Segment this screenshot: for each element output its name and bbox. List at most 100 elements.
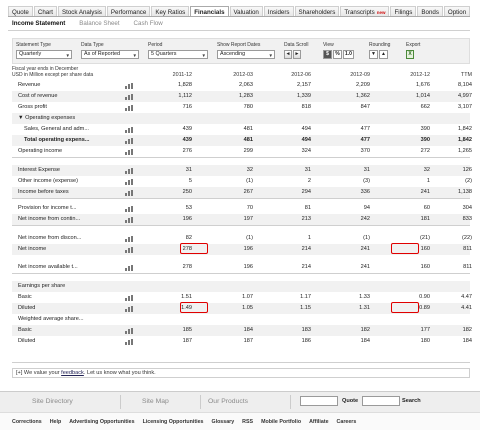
period-select[interactable]: 5 Quarters ▼ bbox=[148, 50, 208, 59]
rounding-up-button[interactable]: ▲ bbox=[379, 50, 388, 59]
mini-chart-icon[interactable] bbox=[125, 138, 134, 144]
subtab-income-statement[interactable]: Income Statement bbox=[12, 20, 65, 27]
row-value: 241 bbox=[360, 246, 370, 252]
statement-type-value: Quarterly bbox=[19, 51, 42, 57]
row-value: 1.33 bbox=[359, 294, 370, 300]
subtab-balance-sheet[interactable]: Balance Sheet bbox=[79, 20, 119, 27]
row-value: 126 bbox=[462, 167, 472, 173]
row-value: 241 bbox=[360, 264, 370, 270]
data-type-select[interactable]: As of Reported ▼ bbox=[81, 50, 139, 59]
new-badge: new bbox=[376, 10, 386, 15]
export-label: Export bbox=[406, 42, 421, 48]
mini-chart-icon[interactable] bbox=[125, 206, 134, 212]
footer-link-affiliate[interactable]: Affiliate bbox=[309, 419, 328, 425]
row-value: 1.17 bbox=[300, 294, 311, 300]
mini-chart-icon[interactable] bbox=[125, 105, 134, 111]
statement-type-control: Statement Type Quarterly ▼ bbox=[16, 42, 72, 59]
view-control: View $ % 1.0 bbox=[323, 42, 354, 59]
mini-chart-icon[interactable] bbox=[125, 247, 134, 253]
footer-link-corrections[interactable]: Corrections bbox=[12, 419, 42, 425]
view-dollar-button[interactable]: $ bbox=[323, 50, 332, 59]
subtab-cash-flow[interactable]: Cash Flow bbox=[134, 20, 163, 27]
site-map-link[interactable]: Site Map bbox=[142, 398, 169, 405]
search-input[interactable] bbox=[362, 396, 400, 406]
scroll-right-button[interactable]: ► bbox=[293, 50, 301, 59]
mini-chart-icon[interactable] bbox=[125, 179, 134, 185]
row-value: 160 bbox=[420, 264, 430, 270]
footer-link-glossary[interactable]: Glossary bbox=[211, 419, 234, 425]
view-ratio-button[interactable]: 1.0 bbox=[343, 50, 354, 59]
row-label: Net income available t... bbox=[18, 264, 78, 270]
row-label: ▼ Operating expenses bbox=[18, 115, 76, 121]
tab-label: Insiders bbox=[267, 9, 290, 16]
highlight-box bbox=[180, 302, 208, 313]
tab-label: Transcripts bbox=[344, 9, 375, 16]
row-value: 1,014 bbox=[416, 93, 430, 99]
quote-button[interactable]: Quote bbox=[342, 396, 358, 406]
mini-chart-icon[interactable] bbox=[125, 190, 134, 196]
row-value: 2 bbox=[307, 178, 311, 184]
row-group-divider bbox=[12, 198, 470, 199]
chevron-down-icon: ▼ bbox=[268, 53, 273, 58]
view-percent-button[interactable]: % bbox=[333, 50, 342, 59]
mini-chart-icon[interactable] bbox=[125, 265, 134, 271]
scroll-left-button[interactable]: ◄ bbox=[284, 50, 292, 59]
row-value: 250 bbox=[182, 189, 192, 195]
row-value: (1) bbox=[363, 235, 370, 241]
search-button[interactable]: Search bbox=[402, 396, 421, 406]
table-row: Operating income 276 299 324 370 272 1,265 bbox=[12, 146, 472, 157]
mini-chart-icon[interactable] bbox=[125, 149, 134, 155]
mini-chart-icon[interactable] bbox=[125, 94, 134, 100]
tab-label: Financials bbox=[194, 9, 225, 16]
highlight-box bbox=[391, 302, 419, 313]
column-header: TTM bbox=[460, 72, 472, 78]
row-value: 184 bbox=[462, 338, 472, 344]
mini-chart-icon[interactable] bbox=[125, 306, 134, 312]
table-row: Earnings per share bbox=[12, 281, 470, 292]
table-row: Basic 185 184 183 182 177 182 bbox=[12, 325, 472, 336]
feedback-link[interactable]: feedback bbox=[61, 370, 84, 376]
row-value: 214 bbox=[301, 264, 311, 270]
footer-link-careers[interactable]: Careers bbox=[337, 419, 357, 425]
row-value: 4.47 bbox=[461, 294, 472, 300]
period-value: 5 Quarters bbox=[151, 51, 177, 57]
column-header: 2012-09 bbox=[350, 72, 370, 78]
row-value: 32 bbox=[423, 167, 430, 173]
our-products-link[interactable]: Our Products bbox=[208, 398, 248, 405]
rounding-down-button[interactable]: ▼ bbox=[369, 50, 378, 59]
mini-chart-icon[interactable] bbox=[125, 217, 134, 223]
mini-chart-icon[interactable] bbox=[125, 295, 134, 301]
row-value: 1.15 bbox=[300, 305, 311, 311]
row-label: Operating income bbox=[18, 148, 63, 154]
footer-link-help[interactable]: Help bbox=[50, 419, 61, 425]
row-value: 182 bbox=[360, 327, 370, 333]
row-value: 4,997 bbox=[458, 93, 472, 99]
report-dates-select[interactable]: Ascending ▼ bbox=[217, 50, 275, 59]
row-value: 818 bbox=[301, 104, 311, 110]
feedback-bar: [+] We value your feedback. Let us know … bbox=[12, 368, 470, 378]
row-value: 196 bbox=[243, 246, 253, 252]
mini-chart-icon[interactable] bbox=[125, 339, 134, 345]
footer-link-mobile-portfolio[interactable]: Mobile Portfolio bbox=[261, 419, 301, 425]
statement-type-select[interactable]: Quarterly ▼ bbox=[16, 50, 72, 59]
chevron-down-icon: ▼ bbox=[201, 53, 206, 58]
footer-link-rss[interactable]: RSS bbox=[242, 419, 253, 425]
row-value: 53 bbox=[185, 205, 192, 211]
row-label: Other income (expense) bbox=[18, 178, 79, 184]
column-header: 2012-06 bbox=[291, 72, 311, 78]
mini-chart-icon[interactable] bbox=[125, 328, 134, 334]
tab-label: Chart bbox=[37, 9, 53, 16]
footer-link-advertising-opportunities[interactable]: Advertising Opportunities bbox=[69, 419, 134, 425]
site-directory-link[interactable]: Site Directory bbox=[32, 398, 73, 405]
row-label: Sales, General and adm... bbox=[24, 126, 89, 132]
mini-chart-icon[interactable] bbox=[125, 168, 134, 174]
mini-chart-icon[interactable] bbox=[125, 236, 134, 242]
row-value: 1,339 bbox=[297, 93, 311, 99]
mini-chart-icon[interactable] bbox=[125, 127, 134, 133]
row-value: 214 bbox=[301, 246, 311, 252]
footer-link-licensing-opportunities[interactable]: Licensing Opportunities bbox=[143, 419, 204, 425]
row-value: 3,107 bbox=[458, 104, 472, 110]
excel-export-icon[interactable]: X bbox=[406, 50, 414, 59]
mini-chart-icon[interactable] bbox=[125, 83, 134, 89]
quote-input[interactable] bbox=[300, 396, 338, 406]
